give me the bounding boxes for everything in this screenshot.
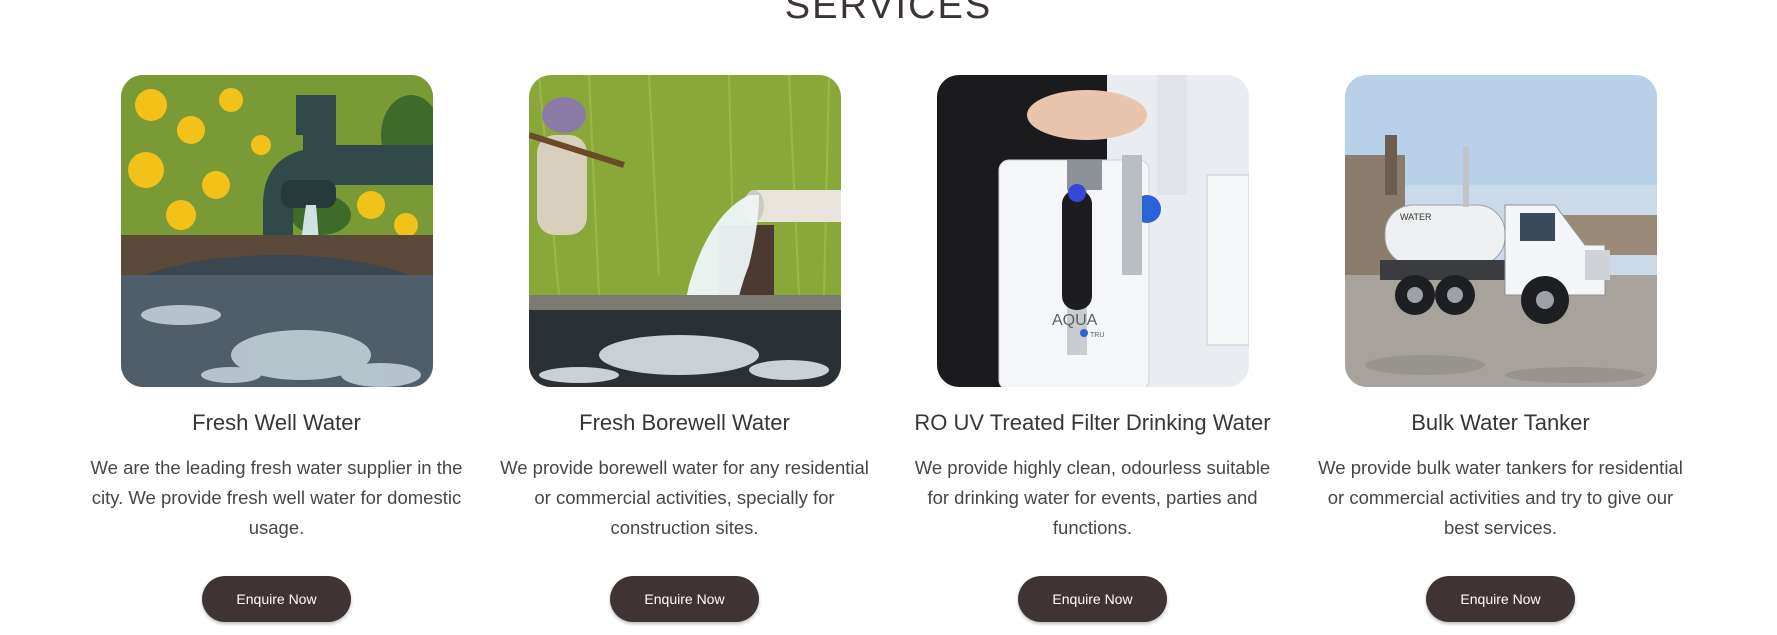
- enquire-now-button[interactable]: Enquire Now: [1018, 576, 1167, 622]
- service-title: RO UV Treated Filter Drinking Water: [914, 410, 1271, 435]
- service-card-fresh-borewell-water: Fresh Borewell Water We provide borewell…: [481, 75, 889, 622]
- service-description: We provide highly clean, odourless suita…: [914, 457, 1271, 538]
- service-title: Fresh Borewell Water: [579, 410, 790, 435]
- service-card-fresh-well-water: Fresh Well Water We are the leading fres…: [73, 75, 481, 622]
- well-water-image: [120, 75, 433, 387]
- borewell-water-image: [528, 75, 841, 387]
- tanker-label-text: WATER: [1400, 212, 1432, 222]
- water-tanker-image: WATER: [1344, 75, 1657, 387]
- service-card-ro-uv-water: AQUA TRU RO UV Treated Filter Drinking W…: [889, 75, 1297, 622]
- section-title: SERVICES: [784, 0, 993, 27]
- service-description: We provide borewell water for any reside…: [500, 457, 869, 538]
- brand-logo-subtext: TRU: [1090, 332, 1104, 339]
- enquire-now-button[interactable]: Enquire Now: [202, 576, 351, 622]
- service-title: Bulk Water Tanker: [1411, 410, 1590, 435]
- service-description: We are the leading fresh water supplier …: [90, 457, 463, 538]
- brand-logo-text: AQUA: [1052, 312, 1098, 329]
- service-title: Fresh Well Water: [192, 410, 361, 435]
- ro-filter-image: AQUA TRU: [936, 75, 1249, 387]
- service-card-bulk-water-tanker: WATER Bulk Water Tanker We provide bulk …: [1297, 75, 1705, 622]
- enquire-now-button[interactable]: Enquire Now: [1426, 576, 1575, 622]
- services-grid: Fresh Well Water We are the leading fres…: [0, 75, 1777, 622]
- service-description: We provide bulk water tankers for reside…: [1318, 457, 1683, 538]
- enquire-now-button[interactable]: Enquire Now: [610, 576, 759, 622]
